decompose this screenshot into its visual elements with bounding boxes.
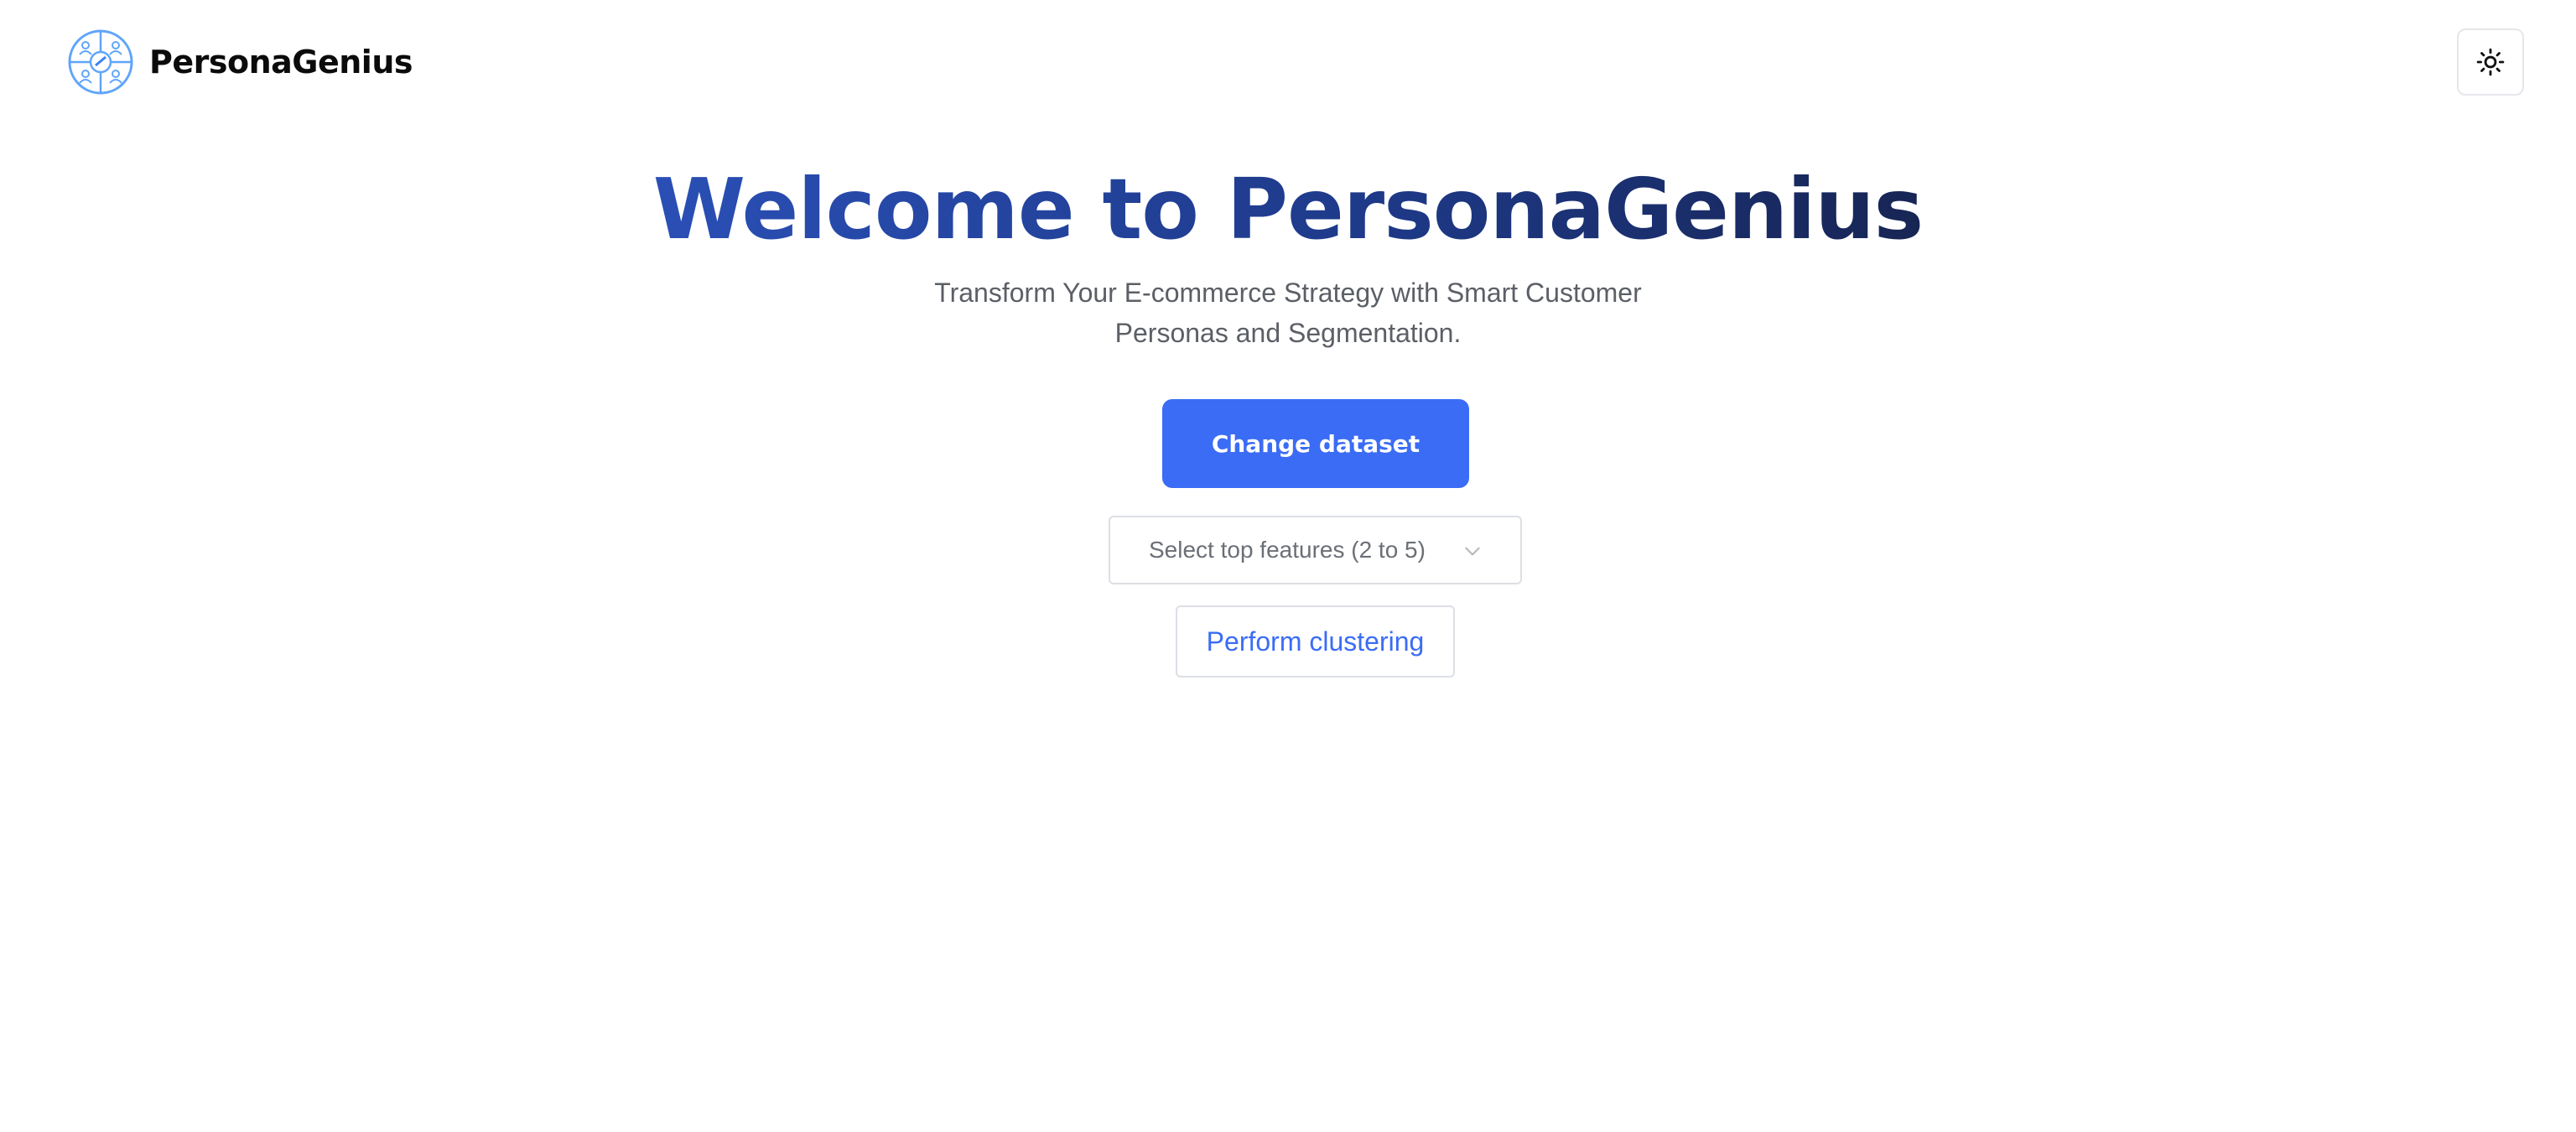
hero-title-text: Welcome to PersonaGenius bbox=[652, 160, 1924, 258]
hero-title: Welcome to PersonaGenius bbox=[0, 155, 2576, 264]
sun-icon bbox=[2476, 48, 2505, 76]
hero-subtitle: Transform Your E-commerce Strategy with … bbox=[934, 278, 1642, 348]
chevron-down-icon bbox=[1465, 547, 1480, 556]
theme-toggle-button[interactable] bbox=[2457, 29, 2524, 96]
persona-logo-icon bbox=[68, 29, 133, 95]
perform-clustering-button[interactable]: Perform clustering bbox=[1176, 605, 1455, 678]
feature-select-dropdown[interactable]: Select top features (2 to 5) bbox=[1109, 516, 1522, 584]
feature-select-placeholder: Select top features (2 to 5) bbox=[1149, 537, 1426, 563]
navbar: PersonaGenius bbox=[0, 0, 2576, 126]
change-dataset-button[interactable]: Change dataset bbox=[1162, 399, 1469, 488]
brand[interactable]: PersonaGenius bbox=[67, 29, 413, 96]
brand-name: PersonaGenius bbox=[149, 44, 413, 80]
page: PersonaGenius Welcome to PersonaGenius T… bbox=[0, 0, 2576, 1132]
